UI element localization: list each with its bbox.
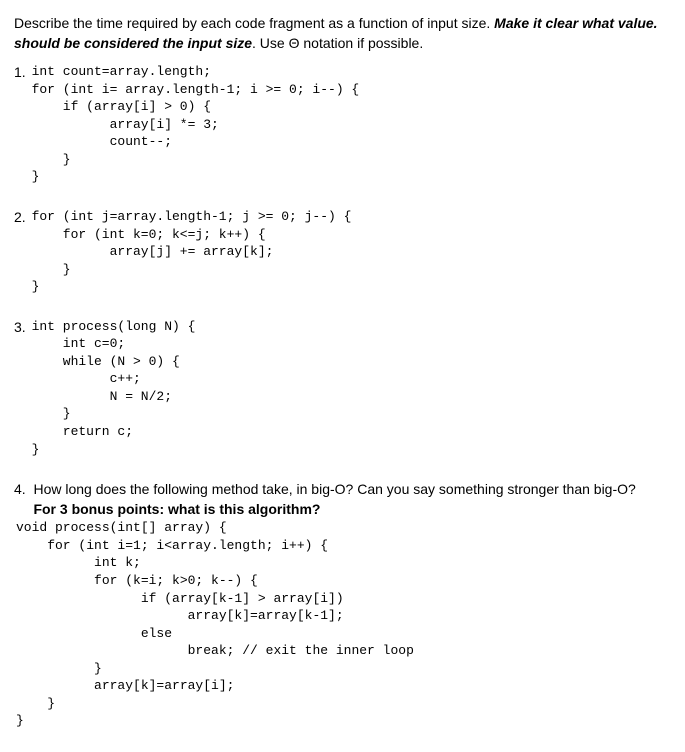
question-2-code: for (int j=array.length-1; j >= 0; j--) …	[32, 208, 352, 296]
question-2-num: 2.	[14, 208, 26, 228]
question-4-prose: 4. How long does the following method ta…	[14, 480, 671, 519]
question-1-num: 1.	[14, 63, 26, 83]
instructions-emphasis1: Make it clear what value.	[494, 15, 657, 31]
question-4-code: void process(int[] array) { for (int i=1…	[16, 519, 414, 730]
question-4: 4. How long does the following method ta…	[14, 480, 671, 730]
question-3: 3. int process(long N) { int c=0; while …	[14, 318, 671, 458]
instructions: Describe the time required by each code …	[14, 14, 671, 53]
question-4-num: 4.	[14, 480, 26, 500]
question-1-code: int count=array.length; for (int i= arra…	[32, 63, 360, 186]
question-2: 2. for (int j=array.length-1; j >= 0; j-…	[14, 208, 671, 296]
instructions-part1: Describe the time required by each code …	[14, 15, 494, 31]
question-3-num: 3.	[14, 318, 26, 338]
question-4-bonus: For 3 bonus points: what is this algorit…	[33, 501, 320, 517]
question-list: 1. int count=array.length; for (int i= a…	[14, 63, 671, 730]
instructions-emphasis2: should be considered the input size	[14, 35, 252, 51]
question-1: 1. int count=array.length; for (int i= a…	[14, 63, 671, 186]
question-4-intro: How long does the following method take,…	[33, 481, 635, 497]
instructions-part2: . Use Θ notation if possible.	[252, 35, 423, 51]
question-3-code: int process(long N) { int c=0; while (N …	[32, 318, 196, 458]
